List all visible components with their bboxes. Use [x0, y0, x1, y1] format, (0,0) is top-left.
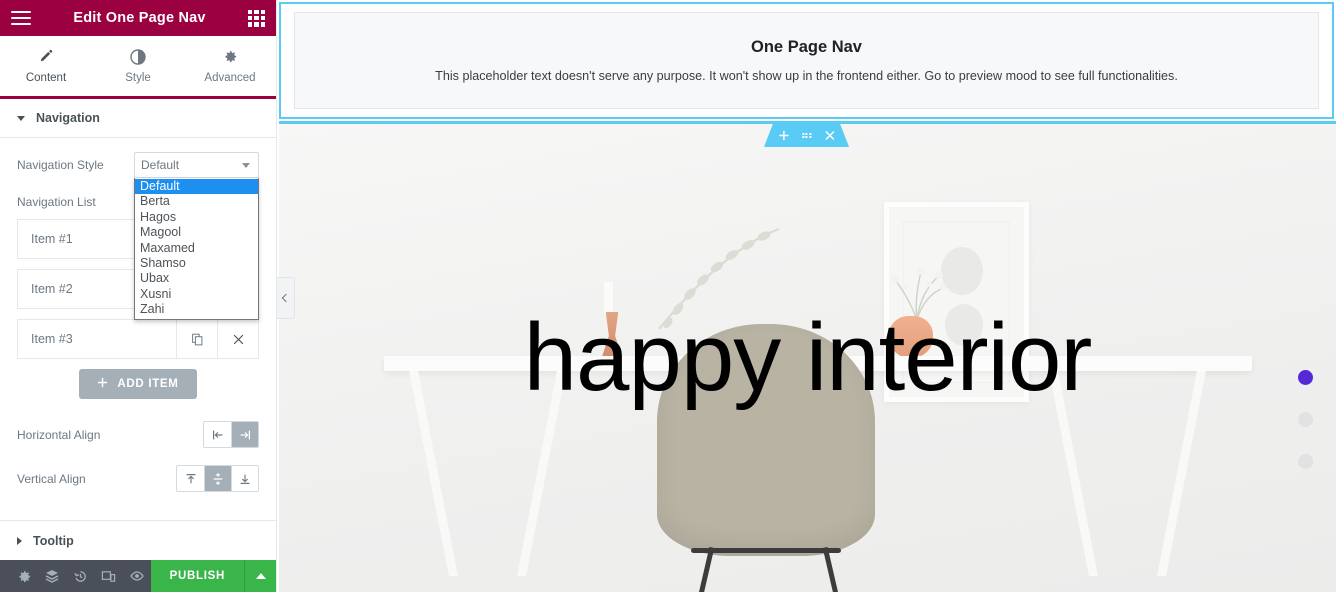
- gear-icon[interactable]: [10, 560, 38, 592]
- option-xusni[interactable]: Xusni: [135, 287, 258, 302]
- responsive-icon[interactable]: [94, 560, 122, 592]
- option-shamso[interactable]: Shamso: [135, 256, 258, 271]
- caret-up-icon[interactable]: [244, 560, 277, 592]
- close-icon[interactable]: [217, 320, 258, 358]
- plus-icon[interactable]: [778, 130, 789, 141]
- one-page-nav-widget[interactable]: One Page Nav This placeholder text doesn…: [279, 2, 1334, 119]
- tab-content-label: Content: [25, 71, 67, 84]
- option-ubax[interactable]: Ubax: [135, 271, 258, 286]
- chevron-down-icon: [17, 115, 25, 121]
- chevron-right-icon: [17, 536, 22, 545]
- option-maxamed[interactable]: Maxamed: [135, 241, 258, 256]
- vertical-align-choices: [176, 465, 259, 492]
- align-middle-icon[interactable]: [204, 466, 231, 491]
- list-item[interactable]: Item #3: [17, 319, 259, 359]
- preview-eye-icon[interactable]: [123, 560, 151, 592]
- history-icon[interactable]: [66, 560, 94, 592]
- add-item-wrap: ADD ITEM: [17, 369, 259, 399]
- navigation-controls: Navigation Style Default Default Berta H…: [0, 138, 276, 492]
- option-berta[interactable]: Berta: [135, 194, 258, 209]
- contrast-icon: [130, 48, 146, 65]
- navigation-style-select[interactable]: Default: [134, 152, 259, 178]
- section-tooltip-label: Tooltip: [33, 533, 74, 548]
- hero-section[interactable]: happy interior: [279, 121, 1336, 592]
- widget-placeholder: One Page Nav This placeholder text doesn…: [294, 12, 1319, 109]
- gear-icon: [223, 49, 238, 65]
- option-default[interactable]: Default: [135, 179, 258, 195]
- option-hagos[interactable]: Hagos: [135, 210, 258, 225]
- option-zahi[interactable]: Zahi: [135, 302, 258, 317]
- grid-icon[interactable]: [248, 9, 265, 27]
- chevron-left-icon: [281, 293, 290, 303]
- vertical-align-row: Vertical Align: [17, 465, 259, 492]
- navigation-style-options[interactable]: Default Berta Hagos Magool Maxamed Shams…: [134, 178, 259, 320]
- pencil-icon: [39, 49, 54, 65]
- panel-footer: PUBLISH: [0, 560, 277, 592]
- tab-content[interactable]: Content: [0, 36, 92, 99]
- widget-placeholder-text: This placeholder text doesn't serve any …: [435, 69, 1178, 83]
- tab-style[interactable]: Style: [92, 36, 184, 96]
- tab-advanced[interactable]: Advanced: [184, 36, 276, 96]
- chair: [657, 324, 875, 556]
- peach-vase: [889, 316, 933, 358]
- copy-icon[interactable]: [176, 320, 217, 358]
- align-left-icon[interactable]: [204, 422, 231, 447]
- nav-dot-3[interactable]: [1298, 454, 1313, 469]
- plus-icon: [97, 377, 108, 391]
- elementor-editor: Edit One Page Nav Content Style Advanced…: [0, 0, 1336, 592]
- list-item-title[interactable]: Item #3: [18, 320, 176, 358]
- vertical-align-label: Vertical Align: [17, 471, 86, 486]
- one-page-nav-dots: [1298, 370, 1313, 469]
- nav-dot-1[interactable]: [1298, 370, 1313, 385]
- align-top-icon[interactable]: [177, 466, 204, 491]
- panel-body: Navigation Navigation Style Default Defa…: [0, 99, 276, 560]
- navigation-style-row: Navigation Style Default Default Berta H…: [17, 152, 259, 320]
- tab-advanced-label: Advanced: [204, 71, 256, 84]
- navigation-style-label: Navigation Style: [17, 158, 104, 172]
- section-navigation-header[interactable]: Navigation: [0, 99, 276, 138]
- align-bottom-icon[interactable]: [231, 466, 258, 491]
- navigation-style-select-wrap: Default Default Berta Hagos Magool Maxam…: [134, 152, 259, 320]
- panel-collapse-handle[interactable]: [277, 277, 295, 319]
- hero-background-image: [279, 124, 1336, 592]
- panel-tabs: Content Style Advanced: [0, 36, 276, 99]
- align-right-icon[interactable]: [231, 422, 258, 447]
- publish-group: PUBLISH: [150, 560, 277, 592]
- horizontal-align-row: Horizontal Align: [17, 421, 259, 448]
- section-tooltip-wrap: Tooltip: [0, 520, 276, 560]
- close-icon[interactable]: [824, 130, 835, 141]
- editor-panel: Edit One Page Nav Content Style Advanced…: [0, 0, 277, 592]
- horizontal-align-label: Horizontal Align: [17, 427, 101, 442]
- candle-holder: [604, 282, 613, 314]
- dried-branch: [624, 224, 784, 334]
- section-tooltip-header[interactable]: Tooltip: [0, 521, 276, 560]
- canvas-preview: One Page Nav This placeholder text doesn…: [277, 0, 1336, 592]
- add-item-label: ADD ITEM: [117, 378, 179, 390]
- panel-title: Edit One Page Nav: [73, 10, 206, 26]
- drag-handle-icon[interactable]: [802, 133, 811, 139]
- nav-dot-2[interactable]: [1298, 412, 1313, 427]
- option-magool[interactable]: Magool: [135, 225, 258, 240]
- horizontal-align-choices: [203, 421, 259, 448]
- publish-button[interactable]: PUBLISH: [150, 560, 245, 592]
- hamburger-icon[interactable]: [11, 11, 31, 25]
- flowers: [877, 262, 957, 322]
- panel-header: Edit One Page Nav: [0, 0, 276, 36]
- layers-icon[interactable]: [38, 560, 66, 592]
- add-item-button[interactable]: ADD ITEM: [79, 369, 197, 399]
- section-toolbar: [764, 124, 849, 147]
- widget-title: One Page Nav: [751, 38, 862, 56]
- tab-style-label: Style: [125, 71, 151, 84]
- section-navigation-label: Navigation: [36, 111, 100, 125]
